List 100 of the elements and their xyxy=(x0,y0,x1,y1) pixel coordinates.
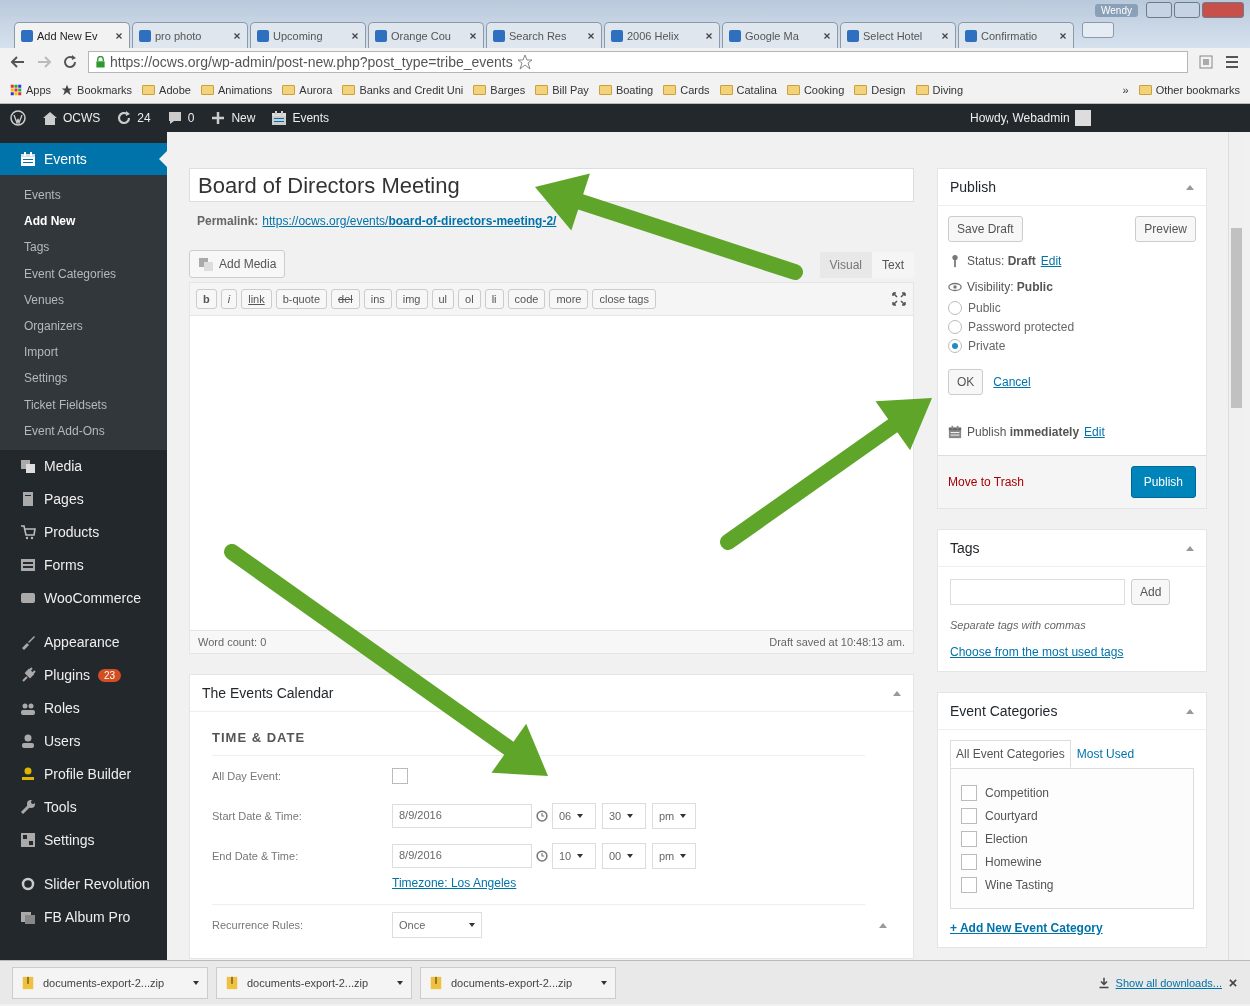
add-tag-button[interactable]: Add xyxy=(1131,579,1171,605)
sidebar-item[interactable]: Media xyxy=(0,449,167,483)
sidebar-item[interactable]: WooCommerce xyxy=(0,581,167,615)
bookmark-item[interactable]: Diving xyxy=(915,83,964,96)
collapse-icon[interactable] xyxy=(1186,708,1194,714)
maximize-button[interactable] xyxy=(1174,2,1200,18)
permalink-link[interactable]: https://ocws.org/events/board-of-directors-meeting-2/ xyxy=(262,214,557,228)
collapse-icon[interactable] xyxy=(1186,184,1194,190)
format-button[interactable]: li xyxy=(484,289,504,309)
fullscreen-icon[interactable] xyxy=(891,291,907,307)
show-all-downloads-link[interactable]: Show all downloads... xyxy=(1115,976,1222,989)
format-button[interactable]: ul xyxy=(431,289,455,309)
edit-link[interactable]: Edit xyxy=(1040,254,1062,268)
browser-tab[interactable]: Google Ma xyxy=(722,22,838,48)
download-item[interactable]: documents-export-2...zip xyxy=(420,966,616,999)
select-field[interactable]: pm xyxy=(652,843,696,869)
format-button[interactable]: link xyxy=(241,289,272,309)
address-bar[interactable]: https://ocws.org/wp-admin/post-new.php?post_type=tribe_events xyxy=(88,51,1188,73)
sidebar-item[interactable]: Users xyxy=(0,724,167,758)
format-button[interactable]: i xyxy=(220,289,238,309)
timezone-link[interactable]: Timezone: Los Angeles xyxy=(392,876,517,890)
collapse-icon[interactable] xyxy=(1186,545,1194,551)
events-link[interactable]: Events xyxy=(271,110,330,126)
submenu-item[interactable]: Event Categories xyxy=(0,260,167,287)
browser-tab[interactable]: pro photo xyxy=(132,22,248,48)
publish-button[interactable]: Publish xyxy=(1130,466,1196,498)
updates-link[interactable]: 24 xyxy=(116,110,151,126)
sidebar-item[interactable]: Profile Builder xyxy=(0,757,167,791)
scrollbar[interactable] xyxy=(1228,132,1244,960)
bookmark-item[interactable]: Bookmarks xyxy=(61,83,133,96)
select-field[interactable]: 30 xyxy=(602,803,646,829)
bookmark-item[interactable]: » xyxy=(1122,83,1129,96)
format-button[interactable]: ol xyxy=(458,289,481,309)
category-tab[interactable]: Most Used xyxy=(1070,740,1141,768)
browser-tab[interactable]: Upcoming xyxy=(250,22,366,48)
bookmark-item[interactable]: Other bookmarks xyxy=(1138,83,1240,96)
bookmark-item[interactable]: Cooking xyxy=(786,83,845,96)
collapse-icon[interactable] xyxy=(879,922,887,928)
bookmark-item[interactable]: Adobe xyxy=(142,83,191,96)
minimize-button[interactable] xyxy=(1146,2,1172,18)
sidebar-item[interactable]: Tools xyxy=(0,790,167,824)
download-item[interactable]: documents-export-2...zip xyxy=(216,966,412,999)
submenu-item[interactable]: Import xyxy=(0,339,167,366)
browser-tab[interactable]: Select Hotel xyxy=(840,22,956,48)
bookmark-item[interactable]: Boating xyxy=(598,83,654,96)
new-link[interactable]: New xyxy=(210,110,256,126)
browser-tab[interactable]: Orange Cou xyxy=(368,22,484,48)
checkbox[interactable] xyxy=(961,784,977,801)
title-field[interactable]: Board of Directors Meeting xyxy=(189,168,914,202)
close-button[interactable] xyxy=(1202,2,1244,18)
format-button[interactable]: ins xyxy=(363,289,392,309)
checkbox[interactable] xyxy=(392,768,408,784)
submenu-item[interactable]: Settings xyxy=(0,365,167,392)
radio-button[interactable] xyxy=(948,319,962,334)
checkbox[interactable] xyxy=(961,830,977,847)
format-button[interactable]: close tags xyxy=(592,289,656,309)
format-button[interactable]: more xyxy=(549,289,589,309)
submenu-item[interactable]: Tags xyxy=(0,234,167,261)
browser-tab[interactable]: Confirmatio xyxy=(958,22,1074,48)
bookmark-item[interactable]: Catalina xyxy=(719,83,777,96)
scrollbar-thumb[interactable] xyxy=(1231,228,1242,408)
submenu-item[interactable]: Venues xyxy=(0,286,167,313)
bookmark-item[interactable]: Aurora xyxy=(282,83,333,96)
sidebar-item[interactable]: Appearance xyxy=(0,625,167,659)
editor-tab[interactable]: Text xyxy=(872,252,914,278)
bookmark-item[interactable]: Banks and Credit Uni xyxy=(342,83,464,96)
most-used-tags-link[interactable]: Choose from the most used tags xyxy=(950,645,1124,659)
browser-tab[interactable]: Add New Ev xyxy=(14,22,130,48)
preview-button[interactable]: Preview xyxy=(1135,216,1196,242)
checkbox[interactable] xyxy=(961,876,977,893)
save-draft-button[interactable]: Save Draft xyxy=(948,216,1023,242)
sidebar-item[interactable]: Roles xyxy=(0,691,167,725)
select-field[interactable]: 00 xyxy=(602,843,646,869)
select-field[interactable]: Once xyxy=(392,912,482,938)
account-menu[interactable]: Howdy, Webadmin xyxy=(970,110,1240,126)
select-field[interactable]: pm xyxy=(652,803,696,829)
bookmark-item[interactable]: Bill Pay xyxy=(535,83,589,96)
format-button[interactable]: b-quote xyxy=(275,289,327,309)
date-field[interactable]: 8/9/2016 xyxy=(392,844,532,868)
submenu-item[interactable]: Add New xyxy=(0,208,167,235)
sidebar-item[interactable]: Products xyxy=(0,515,167,549)
sidebar-item[interactable]: Slider Revolution xyxy=(0,867,167,901)
sidebar-item[interactable]: Pages xyxy=(0,482,167,516)
bookmark-item[interactable]: Barges xyxy=(473,83,526,96)
format-button[interactable]: code xyxy=(507,289,546,309)
select-field[interactable]: 10 xyxy=(552,843,596,869)
category-tab[interactable]: All Event Categories xyxy=(950,740,1071,768)
bookmark-item[interactable]: Animations xyxy=(200,83,273,96)
submenu-item[interactable]: Event Add-Ons xyxy=(0,417,167,444)
bookmark-item[interactable]: Design xyxy=(854,83,906,96)
submenu-item[interactable]: Events xyxy=(0,182,167,209)
radio-button[interactable] xyxy=(948,300,962,315)
bookmark-item[interactable]: Apps xyxy=(10,83,52,96)
sidebar-item[interactable]: Settings xyxy=(0,823,167,857)
edit-link[interactable]: Edit xyxy=(1084,425,1105,439)
format-button[interactable]: b xyxy=(196,289,217,309)
browser-tab[interactable]: Search Res xyxy=(486,22,602,48)
checkbox[interactable] xyxy=(961,853,977,870)
editor-tab[interactable]: Visual xyxy=(819,252,872,278)
submenu-item[interactable]: Organizers xyxy=(0,312,167,340)
